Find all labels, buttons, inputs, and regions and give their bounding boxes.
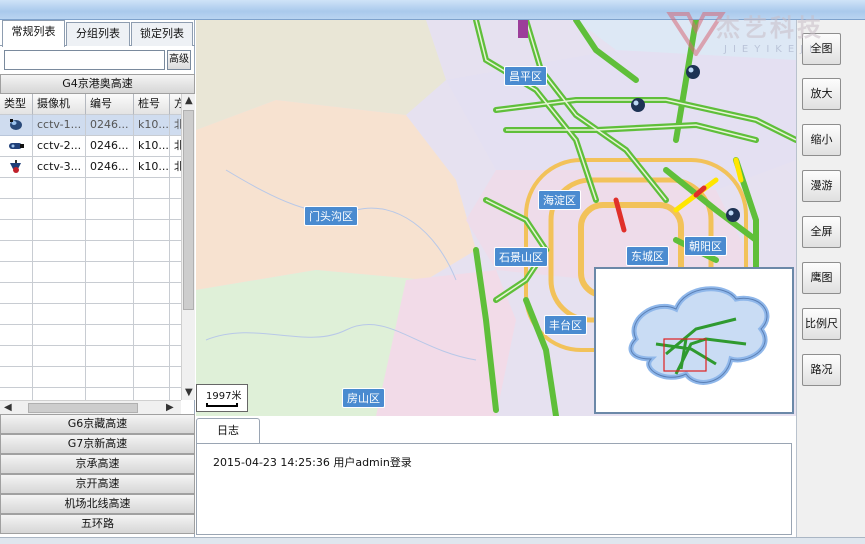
- window-title-bar: [0, 0, 865, 20]
- zoom-out-button[interactable]: 缩小: [802, 124, 841, 156]
- col-header-code[interactable]: 编号: [86, 94, 134, 115]
- log-body: 2015-04-23 14:25:36 用户admin登录: [196, 443, 792, 535]
- log-entry: 2015-04-23 14:25:36 用户admin登录: [213, 456, 412, 469]
- group-header[interactable]: 京开高速: [0, 474, 195, 494]
- full-extent-button[interactable]: 全图: [802, 33, 841, 65]
- camera-code: 0246...: [86, 136, 134, 157]
- camera-code: 0246...: [86, 157, 134, 178]
- list-tabs: 常规列表 分组列表 锁定列表: [0, 20, 195, 47]
- camera-stake: k10...: [134, 157, 170, 178]
- scroll-up-icon[interactable]: ▲: [185, 95, 193, 107]
- table-row[interactable]: cctv-3... 0246... k10... 北: [0, 157, 181, 178]
- scale-label: 1997米: [206, 391, 242, 402]
- scale-bar: 1997米: [196, 384, 248, 412]
- tab-locked-list[interactable]: 锁定列表: [131, 22, 193, 46]
- group-header-active[interactable]: G4京港奥高速: [0, 74, 195, 94]
- district-label: 丰台区: [544, 315, 587, 335]
- scale-line: [206, 403, 238, 407]
- col-header-direction[interactable]: 方: [170, 94, 181, 115]
- scroll-down-icon[interactable]: ▼: [185, 387, 193, 399]
- overview-map[interactable]: [594, 267, 794, 414]
- camera-name: cctv-1...: [33, 115, 86, 136]
- scale-button[interactable]: 比例尺: [802, 308, 841, 340]
- camera-marker-icon[interactable]: [726, 208, 740, 222]
- group-header[interactable]: 机场北线高速: [0, 494, 195, 514]
- district-label: 房山区: [342, 388, 385, 408]
- district-label: 东城区: [626, 246, 669, 266]
- camera-marker-icon[interactable]: [631, 98, 645, 112]
- col-header-type[interactable]: 类型: [0, 94, 33, 115]
- vertical-scrollbar[interactable]: ▲ ▼: [181, 94, 195, 400]
- camera-direction: 北: [170, 115, 181, 136]
- district-label: 门头沟区: [304, 206, 358, 226]
- tab-normal-list[interactable]: 常规列表: [2, 20, 65, 47]
- bullet-camera-icon: [0, 136, 33, 157]
- fullscreen-button[interactable]: 全屏: [802, 216, 841, 248]
- camera-direction: 北: [170, 136, 181, 157]
- col-header-camera[interactable]: 摄像机: [33, 94, 86, 115]
- advanced-search-button[interactable]: 高级: [167, 50, 191, 70]
- camera-direction: 北: [170, 157, 181, 178]
- scroll-thumb[interactable]: [183, 110, 194, 310]
- tab-group-list[interactable]: 分组列表: [66, 22, 130, 46]
- group-header[interactable]: G7京新高速: [0, 434, 195, 454]
- horizontal-scrollbar[interactable]: ◀ ▶: [0, 400, 181, 414]
- camera-stake: k10...: [134, 115, 170, 136]
- group-header[interactable]: 京承高速: [0, 454, 195, 474]
- zoom-in-button[interactable]: 放大: [802, 78, 841, 110]
- group-header[interactable]: 五环路: [0, 514, 195, 534]
- log-panel: 日志 2015-04-23 14:25:36 用户admin登录: [196, 416, 796, 537]
- traffic-button[interactable]: 路况: [802, 354, 841, 386]
- camera-marker-icon[interactable]: [686, 65, 700, 79]
- district-label: 海淀区: [538, 190, 581, 210]
- table-row[interactable]: cctv-2... 0246... k10... 北: [0, 136, 181, 157]
- dome-camera-icon: [0, 115, 33, 136]
- group-header[interactable]: G6京藏高速: [0, 414, 195, 434]
- scroll-left-icon[interactable]: ◀: [4, 402, 12, 414]
- search-input[interactable]: [4, 50, 165, 70]
- map-toolbar: 全图 放大 缩小 漫游 全屏 鹰图 比例尺 路况: [796, 20, 865, 537]
- table-row[interactable]: cctv-1... 0246... k10... 北: [0, 115, 181, 136]
- tab-log[interactable]: 日志: [196, 418, 260, 444]
- camera-code: 0246...: [86, 115, 134, 136]
- empty-grid-area: [0, 178, 181, 400]
- scroll-thumb-horizontal[interactable]: [28, 403, 138, 413]
- district-label: 昌平区: [504, 66, 547, 86]
- status-bar: [0, 537, 865, 544]
- scroll-right-icon[interactable]: ▶: [166, 402, 174, 414]
- district-label: 石景山区: [494, 247, 548, 267]
- camera-table: 类型 摄像机 编号 桩号 方 cctv-1... 0246... k10... …: [0, 94, 181, 400]
- map-view[interactable]: 昌平区 海淀区 门头沟区 石景山区 东城区 朝阳区 丰台区 房山区 1997米: [196, 20, 796, 416]
- ptz-camera-icon: [0, 157, 33, 178]
- camera-name: cctv-3...: [33, 157, 86, 178]
- camera-name: cctv-2...: [33, 136, 86, 157]
- camera-stake: k10...: [134, 136, 170, 157]
- overview-map-button[interactable]: 鹰图: [802, 262, 841, 294]
- col-header-stake[interactable]: 桩号: [134, 94, 170, 115]
- district-label: 朝阳区: [684, 236, 727, 256]
- camera-list-panel: 常规列表 分组列表 锁定列表 高级 G4京港奥高速 类型 摄像机 编号 桩号 方…: [0, 20, 195, 537]
- pan-button[interactable]: 漫游: [802, 170, 841, 202]
